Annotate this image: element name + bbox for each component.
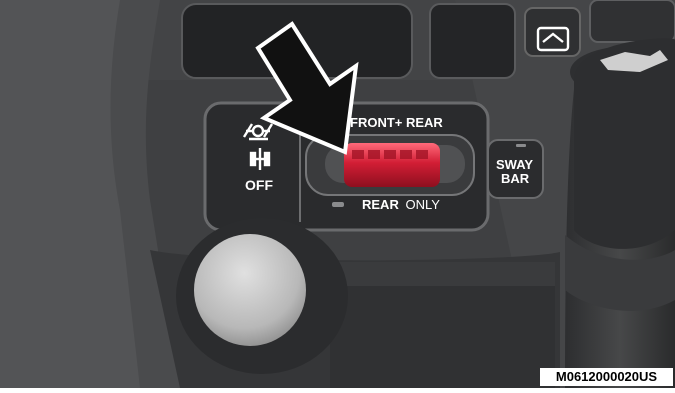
locker-off-label: OFF [245,177,273,193]
rotary-knob[interactable] [194,234,306,346]
sway-bar-label-line1: SWAY [496,157,534,172]
rear-only-label: REAR ONLY [362,198,440,211]
axle-locker-switch[interactable] [344,143,440,187]
console-art [0,0,675,388]
figure-code: M0612000020US [540,368,673,386]
sway-bar-label-line2: BAR [501,171,530,186]
console-illustration: OFF FRONT+ REAR REAR ONLY SWAY BAR M0612… [0,0,675,388]
front-rear-label: FRONT+ REAR [350,115,443,130]
rear-only-strong: REAR [362,197,399,212]
rear-only-light: ONLY [405,197,440,212]
